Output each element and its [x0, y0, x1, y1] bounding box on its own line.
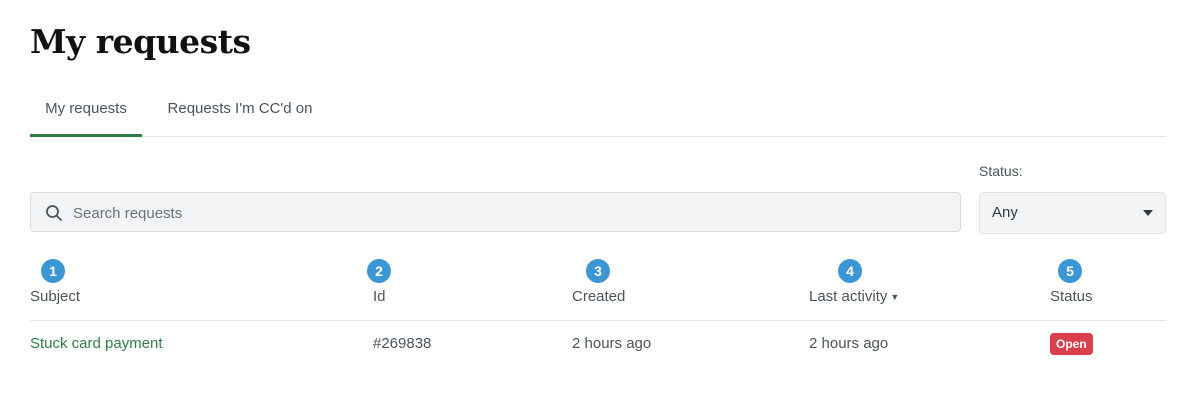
request-tabs: My requests Requests I'm CC'd on: [30, 88, 1166, 137]
request-id: #269838: [373, 335, 432, 352]
column-marker-2: 2: [367, 259, 391, 283]
column-marker-4: 4: [838, 259, 862, 283]
request-created: 2 hours ago: [572, 335, 652, 352]
search-input[interactable]: [71, 193, 945, 233]
page-title: My requests: [30, 22, 251, 61]
caret-down-icon: [1143, 210, 1153, 216]
column-header-last-activity-label: Last activity: [809, 288, 888, 305]
column-header-subject[interactable]: Subject: [30, 288, 80, 305]
search-icon: [46, 205, 62, 221]
column-header-last-activity[interactable]: Last activity ▼: [809, 288, 899, 305]
sort-desc-icon: ▼: [890, 292, 900, 302]
table-header-divider: [30, 320, 1166, 321]
status-badge: Open: [1050, 333, 1093, 355]
tab-requests-cc[interactable]: Requests I'm CC'd on: [163, 88, 317, 134]
status-select[interactable]: Any: [979, 192, 1166, 234]
status-filter-label: Status:: [979, 163, 1023, 179]
search-box[interactable]: [30, 192, 961, 233]
column-marker-3: 3: [586, 259, 610, 283]
request-last-activity: 2 hours ago: [809, 335, 889, 352]
column-marker-5: 5: [1058, 259, 1082, 283]
column-header-created[interactable]: Created: [572, 288, 625, 305]
request-subject-link[interactable]: Stuck card payment: [30, 335, 163, 352]
column-marker-1: 1: [41, 259, 65, 283]
tab-my-requests[interactable]: My requests: [30, 88, 142, 137]
status-select-value: Any: [992, 204, 1018, 221]
column-header-status[interactable]: Status: [1050, 288, 1093, 305]
column-header-id[interactable]: Id: [373, 288, 386, 305]
